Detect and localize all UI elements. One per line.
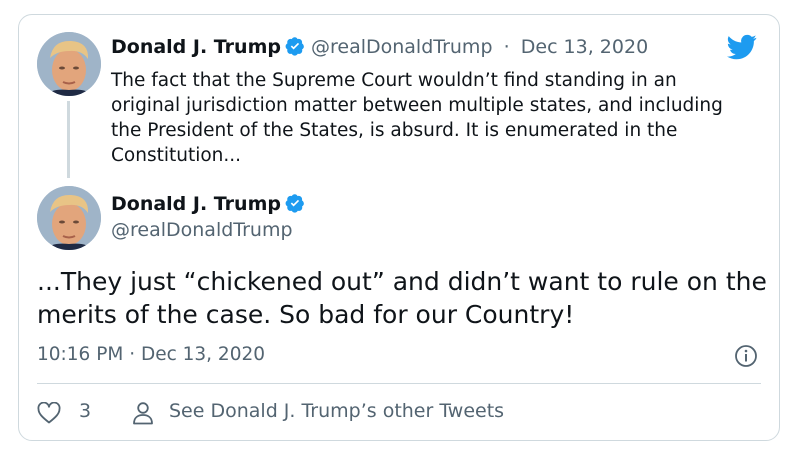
see-other-tweets-link[interactable]: See Donald J. Trump’s other Tweets bbox=[169, 400, 504, 422]
author-name[interactable]: Donald J. Trump bbox=[111, 193, 281, 215]
avatar-portrait bbox=[37, 32, 101, 96]
author-name[interactable]: Donald J. Trump bbox=[111, 36, 281, 58]
avatar[interactable] bbox=[37, 32, 101, 96]
thread-connector-line bbox=[67, 101, 70, 178]
divider bbox=[37, 383, 761, 384]
author-handle[interactable]: @realDonaldTrump bbox=[111, 219, 293, 241]
like-count[interactable]: 3 bbox=[79, 400, 91, 422]
main-tweet-author: Donald J. Trump bbox=[111, 193, 305, 215]
person-icon[interactable] bbox=[132, 401, 154, 425]
avatar[interactable] bbox=[37, 186, 101, 250]
first-tweet-text: The fact that the Supreme Court wouldn’t… bbox=[111, 70, 723, 166]
verified-badge-icon bbox=[285, 194, 304, 213]
tweet-timestamp[interactable]: 10:16 PM · Dec 13, 2020 bbox=[37, 344, 265, 365]
first-tweet-header: Donald J. Trump @realDonaldTrump · Dec 13… bbox=[111, 36, 648, 58]
twitter-bird-icon[interactable] bbox=[724, 32, 760, 62]
verified-badge-icon bbox=[285, 37, 304, 56]
heart-icon[interactable] bbox=[37, 402, 61, 424]
tweet-date[interactable]: Dec 13, 2020 bbox=[521, 36, 648, 58]
info-icon[interactable] bbox=[734, 344, 758, 368]
separator-dot: · bbox=[503, 36, 510, 58]
main-tweet-text: ...They just “chickened out” and didn’t … bbox=[37, 267, 767, 329]
avatar-portrait bbox=[37, 186, 101, 250]
author-handle[interactable]: @realDonaldTrump bbox=[311, 36, 493, 58]
